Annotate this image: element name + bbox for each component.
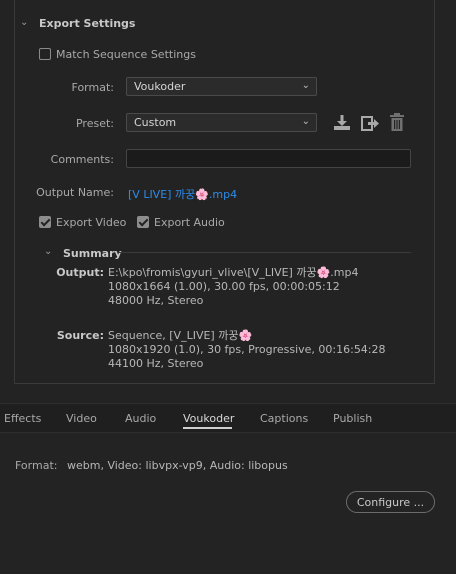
tab-voukoder[interactable]: Voukoder — [183, 412, 234, 425]
tab-captions[interactable]: Captions — [260, 412, 308, 425]
match-sequence-label: Match Sequence Settings — [56, 48, 196, 61]
trash-icon[interactable] — [389, 113, 405, 132]
summary-source-line: Sequence, [V_LIVE] 까꿍🌸 — [108, 329, 253, 342]
export-settings-title: Export Settings — [39, 17, 136, 30]
summary-output-key: Output: — [56, 266, 104, 279]
chevron-down-icon: ⌄ — [301, 116, 310, 127]
summary-output-block: E:\kpo\fromis\gyuri_vlive\[V_LIVE] 까꿍🌸.m… — [108, 266, 358, 308]
export-audio-label: Export Audio — [154, 216, 225, 229]
preset-value: Custom — [134, 116, 177, 129]
voukoder-format-label: Format: — [15, 459, 58, 472]
summary-output-line: E:\kpo\fromis\gyuri_vlive\[V_LIVE] 까꿍🌸.m… — [108, 266, 359, 279]
settings-tab-bar: Effects Video Audio Voukoder Captions Pu… — [0, 403, 456, 433]
export-video-label: Export Video — [56, 216, 127, 229]
tab-effects[interactable]: Effects — [4, 412, 41, 425]
summary-divider — [119, 252, 411, 253]
summary-output-line: 1080x1664 (1.00), 30.00 fps, 00:00:05:12 — [108, 280, 340, 293]
export-video-checkbox[interactable] — [39, 216, 51, 228]
tab-video[interactable]: Video — [66, 412, 97, 425]
download-icon[interactable] — [333, 114, 351, 132]
voukoder-format-value: webm, Video: libvpx-vp9, Audio: libopus — [67, 459, 288, 472]
tab-audio[interactable]: Audio — [125, 412, 156, 425]
format-dropdown[interactable]: Voukoder ⌄ — [126, 77, 317, 96]
import-icon[interactable] — [360, 114, 380, 132]
chevron-down-icon: ⌄ — [301, 80, 310, 91]
summary-source-block: Sequence, [V_LIVE] 까꿍🌸 1080x1920 (1.0), … — [108, 329, 386, 371]
active-tab-indicator — [183, 427, 232, 429]
collapse-export-settings-icon[interactable]: ⌄ — [20, 17, 28, 28]
match-sequence-checkbox[interactable] — [39, 48, 51, 60]
comments-input[interactable] — [126, 149, 411, 168]
preset-label: Preset: — [75, 117, 114, 130]
configure-button[interactable]: Configure ... — [346, 491, 435, 513]
preset-dropdown[interactable]: Custom ⌄ — [126, 113, 317, 132]
export-audio-checkbox[interactable] — [137, 216, 149, 228]
summary-source-key: Source: — [56, 329, 104, 342]
output-name-label: Output Name: — [36, 186, 114, 199]
format-value: Voukoder — [134, 80, 186, 93]
output-name-link[interactable]: [V LIVE] 까꿍🌸.mp4 — [128, 186, 237, 202]
collapse-summary-icon[interactable]: ⌄ — [44, 246, 52, 257]
comments-label: Comments: — [50, 153, 114, 166]
summary-output-line: 48000 Hz, Stereo — [108, 294, 204, 307]
summary-source-line: 44100 Hz, Stereo — [108, 357, 204, 370]
tab-publish[interactable]: Publish — [333, 412, 372, 425]
format-label: Format: — [71, 81, 114, 94]
summary-title: Summary — [63, 247, 122, 260]
summary-source-line: 1080x1920 (1.0), 30 fps, Progressive, 00… — [108, 343, 386, 356]
